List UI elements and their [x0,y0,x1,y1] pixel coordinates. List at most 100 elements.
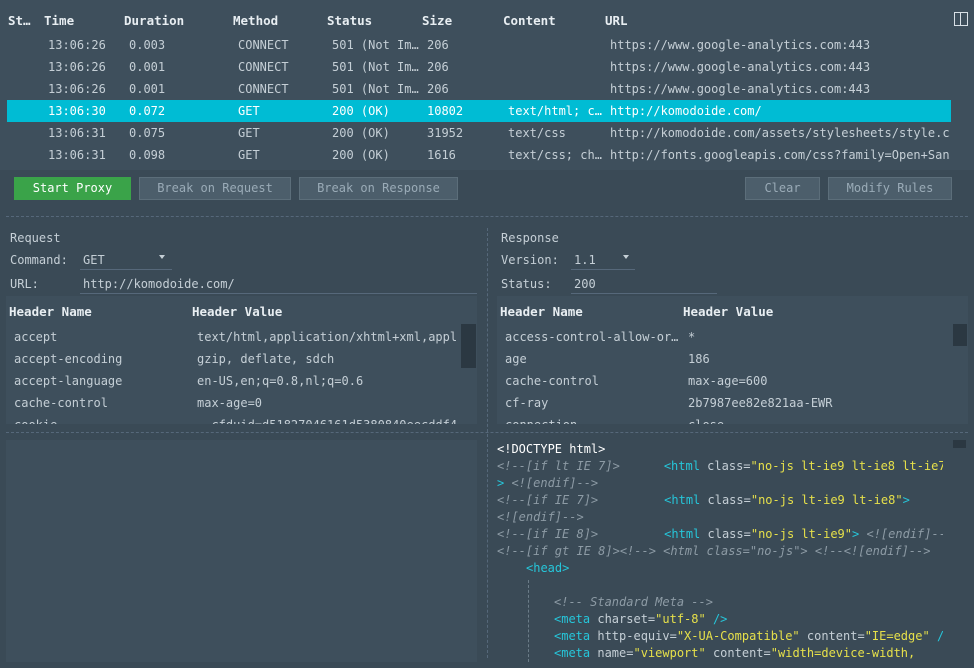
header-value[interactable]: max-age=600 [688,374,948,388]
clear-button[interactable]: Clear [745,177,820,200]
cell-size: 10802 [427,104,464,118]
header-name[interactable]: cf-ray [505,396,548,410]
table-row[interactable]: 13:06:31 0.098 GET 200 (OK) 1616 text/css; ch… [7,144,951,166]
cell-size: 1616 [427,148,456,162]
cell-time: 13:06:31 [48,148,106,162]
cell-url: http://fonts.googleapis.com/css?family=O… [610,148,950,162]
table-row[interactable]: 13:06:26 0.001 CONNECT 501 (Not Im… 206 https… [7,56,951,78]
scrollbar[interactable] [953,324,967,346]
status-value: 200 [574,277,596,291]
cell-url: http://komodoide.com/assets/stylesheets/… [610,126,950,140]
header-name[interactable]: connection [505,418,577,424]
col-content[interactable]: Content [503,13,556,28]
col-status[interactable]: Status [327,13,372,28]
header-value[interactable]: 186 [688,352,948,366]
cell-duration: 0.001 [129,60,166,74]
header-name[interactable]: cookie [14,418,57,424]
header-name[interactable]: accept-encoding [14,352,122,366]
col-size[interactable]: Size [422,13,452,28]
header-value[interactable]: gzip, deflate, sdch [197,352,457,366]
break-on-response-button[interactable]: Break on Response [299,177,458,200]
cell-duration: 0.003 [129,38,166,52]
start-proxy-button[interactable]: Start Proxy [14,177,131,200]
code-line: <meta name="viewport" content="width=dev… [554,646,916,660]
cell-size: 206 [427,38,449,52]
code-line: <head> [526,561,570,575]
header-value[interactable]: max-age=0 [197,396,457,410]
header-name[interactable]: accept [14,330,57,344]
status-label: Status: [501,277,552,291]
header-value[interactable]: __cfduid=d51827046161d5380840eecddf4 [197,418,457,424]
break-on-request-button[interactable]: Break on Request [139,177,291,200]
code-line: <!--[if IE 8]> <html class="no-js lt-ie9"… [497,527,943,541]
table-row[interactable]: 13:06:31 0.075 GET 200 (OK) 31952 text/css htt… [7,122,951,144]
cell-method: CONNECT [238,60,289,74]
header-name-column[interactable]: Header Name [9,304,92,319]
response-title: Response [501,231,559,245]
column-picker-icon[interactable] [954,12,968,26]
code-line: <!--[if IE 7]> <html class="no-js lt-ie9 … [497,493,910,507]
header-value[interactable]: en-US,en;q=0.8,nl;q=0.6 [197,374,457,388]
scrollbar[interactable] [953,440,966,448]
request-body-pane[interactable] [6,440,477,662]
request-list: St… Time Duration Method Status Size Con… [0,0,974,170]
request-headers-table: Header Name Header Value accept text/html… [6,296,477,424]
cell-duration: 0.001 [129,82,166,96]
table-row[interactable]: 13:06:30 0.072 GET 200 (OK) 10802 text/html; … [7,100,951,122]
header-name[interactable]: access-control-allow-or… [505,330,678,344]
response-headers-table: Header Name Header Value access-control-… [497,296,968,424]
cell-time: 13:06:26 [48,60,106,74]
scrollbar[interactable] [461,324,476,368]
header-value[interactable]: 2b7987ee82e821aa-EWR [688,396,948,410]
cell-method: GET [238,148,260,162]
cell-time: 13:06:31 [48,126,106,140]
header-name[interactable]: cache-control [14,396,108,410]
cell-size: 206 [427,60,449,74]
table-row[interactable]: 13:06:26 0.001 CONNECT 501 (Not Im… 206 https… [7,78,951,100]
col-method[interactable]: Method [233,13,278,28]
code-line: <!DOCTYPE html> [497,442,606,456]
chevron-down-icon [159,255,165,259]
header-value[interactable]: * [688,330,948,344]
cell-method: GET [238,104,260,118]
version-value: 1.1 [574,253,596,267]
indent-guide [528,580,529,662]
header-name[interactable]: age [505,352,527,366]
cell-time: 13:06:30 [48,104,106,118]
cell-status: 200 (OK) [332,148,390,162]
version-select[interactable]: 1.1 [571,251,635,270]
status-field[interactable]: 200 [571,275,717,294]
col-time[interactable]: Time [44,13,74,28]
url-value: http://komodoide.com/ [83,277,235,291]
command-label: Command: [10,253,68,267]
cell-method: GET [238,126,260,140]
version-label: Version: [501,253,559,267]
header-value[interactable]: close [688,418,948,424]
response-body-source[interactable]: <!DOCTYPE html> <!--[if lt IE 7]> <html c… [497,440,943,662]
header-value-column[interactable]: Header Value [192,304,282,319]
code-line: <meta charset="utf-8" /> [554,612,728,626]
table-row[interactable]: 13:06:26 0.003 CONNECT 501 (Not Im… 206 https… [7,34,951,56]
command-select[interactable]: GET [80,251,172,270]
cell-url: https://www.google-analytics.com:443 [610,38,871,52]
header-name-column[interactable]: Header Name [500,304,583,319]
col-url[interactable]: URL [605,13,628,28]
cell-size: 31952 [427,126,464,140]
col-duration[interactable]: Duration [124,13,184,28]
cell-content: text/html; c… [508,104,602,118]
cell-content: text/css; ch… [508,148,602,162]
modify-rules-button[interactable]: Modify Rules [828,177,952,200]
url-field[interactable]: http://komodoide.com/ [80,275,477,294]
cell-duration: 0.072 [129,104,166,118]
cell-status: 501 (Not Im… [332,82,419,96]
request-title: Request [10,231,61,245]
header-name[interactable]: accept-language [14,374,122,388]
header-value[interactable]: text/html,application/xhtml+xml,appl… [197,330,457,344]
header-name[interactable]: cache-control [505,374,599,388]
code-line: > <![endif]--> [497,476,599,490]
cell-content: text/css [508,126,566,140]
cell-time: 13:06:26 [48,38,106,52]
col-status-icon[interactable]: St… [8,13,31,28]
header-value-column[interactable]: Header Value [683,304,773,319]
cell-url: https://www.google-analytics.com:443 [610,82,871,96]
